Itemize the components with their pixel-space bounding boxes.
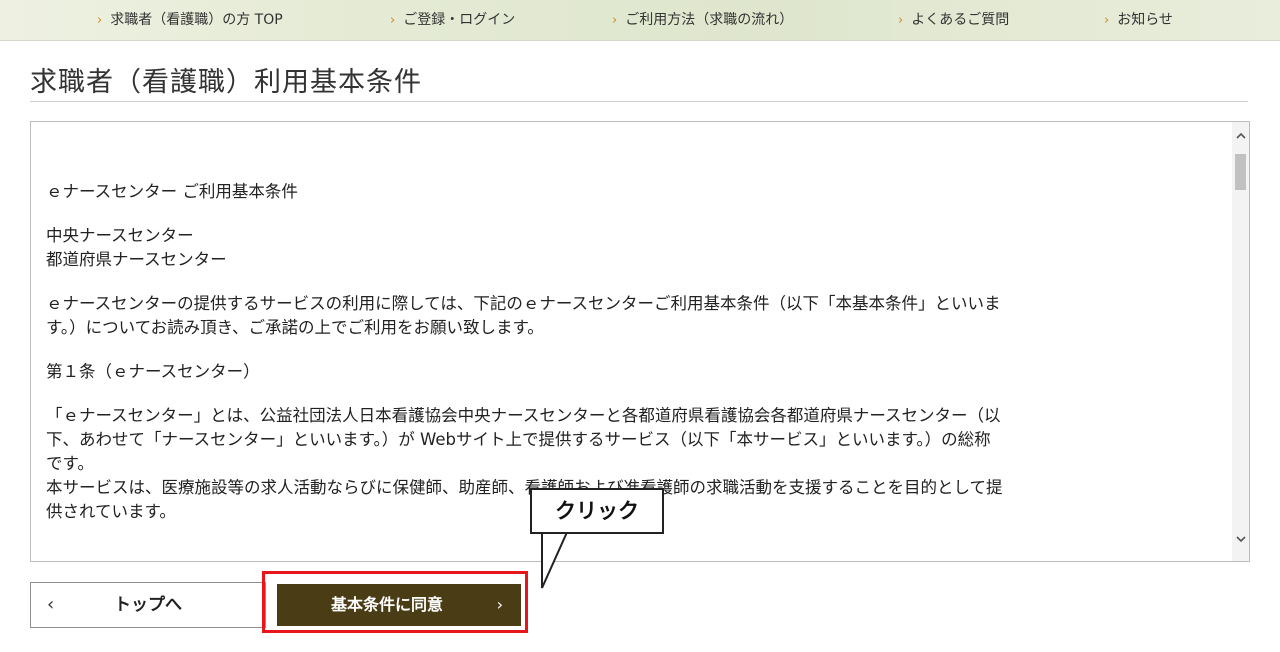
callout-text: クリック bbox=[555, 499, 639, 523]
callout-tail bbox=[541, 530, 570, 589]
back-to-top-label: トップへ bbox=[114, 595, 182, 615]
chevron-right-icon: › bbox=[496, 595, 503, 614]
scroll-thumb[interactable] bbox=[1235, 154, 1246, 190]
chevron-right-icon: › bbox=[898, 13, 904, 28]
terms-heading: ｅナースセンター ご利用基本条件 bbox=[46, 182, 298, 201]
article1-line: 本サービスは、医療施設等の求人活動ならびに保健師、助産師、看護師および准看護師の… bbox=[46, 478, 1003, 497]
org-line-central: 中央ナースセンター bbox=[46, 226, 194, 245]
page-title: 求職者（看護職）利用基本条件 bbox=[30, 67, 422, 98]
chevron-right-icon: › bbox=[612, 13, 618, 28]
nav-item-label: ご利用方法（求職の流れ） bbox=[625, 12, 794, 28]
article1-line: 「ｅナースセンター」とは、公益社団法人日本看護協会中央ナースセンターと各都道府県… bbox=[46, 406, 1001, 425]
agree-terms-button[interactable]: 基本条件に同意 › bbox=[277, 584, 521, 626]
org-line-prefectural: 都道府県ナースセンター bbox=[46, 250, 227, 269]
article1-line: 下、あわせて「ナースセンター」といいます。）が Webサイト上で提供するサービス… bbox=[46, 430, 991, 449]
title-divider bbox=[30, 101, 1248, 102]
chevron-right-icon: › bbox=[97, 13, 103, 28]
intro-paragraph: ｅナースセンターの提供するサービスの利用に際しては、下記のｅナースセンターご利用… bbox=[46, 292, 1216, 340]
article1-title: 第１条（ｅナースセンター） bbox=[46, 362, 260, 381]
nav-item-faq[interactable]: › よくあるご質問 bbox=[898, 0, 1009, 40]
top-navigation: › 求職者（看護職）の方 TOP › ご登録・ログイン › ご利用方法（求職の流れ） … bbox=[0, 0, 1280, 41]
nav-item-register-login[interactable]: › ご登録・ログイン bbox=[390, 0, 515, 40]
vertical-scrollbar[interactable] bbox=[1232, 122, 1249, 561]
intro-line: す。）についてお読み頂き、ご承諾の上でご利用をお願い致します。 bbox=[46, 318, 544, 337]
back-to-top-button[interactable]: ‹ トップへ bbox=[30, 582, 266, 628]
article1-line: です。 bbox=[46, 454, 94, 473]
chevron-right-icon: › bbox=[390, 13, 396, 28]
scroll-down-arrow-icon[interactable] bbox=[1232, 532, 1249, 549]
intro-line: ｅナースセンターの提供するサービスの利用に際しては、下記のｅナースセンターご利用… bbox=[46, 294, 1001, 313]
organizations: 中央ナースセンター 都道府県ナースセンター bbox=[46, 224, 1216, 272]
nav-item-label: よくあるご質問 bbox=[911, 12, 1010, 28]
nav-item-jobseeker-top[interactable]: › 求職者（看護職）の方 TOP bbox=[97, 0, 283, 40]
nav-item-how-to-use[interactable]: › ご利用方法（求職の流れ） bbox=[612, 0, 793, 40]
nav-item-news[interactable]: › お知らせ bbox=[1104, 0, 1173, 40]
click-callout: クリック bbox=[530, 488, 664, 534]
nav-item-label: お知らせ bbox=[1117, 12, 1173, 28]
scroll-up-arrow-icon[interactable] bbox=[1232, 128, 1249, 145]
article1-line: 供されています。 bbox=[46, 502, 176, 521]
chevron-right-icon: › bbox=[1104, 13, 1110, 28]
nav-item-label: 求職者（看護職）の方 TOP bbox=[110, 12, 283, 28]
agree-terms-label: 基本条件に同意 bbox=[330, 595, 443, 614]
nav-item-label: ご登録・ログイン bbox=[403, 12, 516, 28]
